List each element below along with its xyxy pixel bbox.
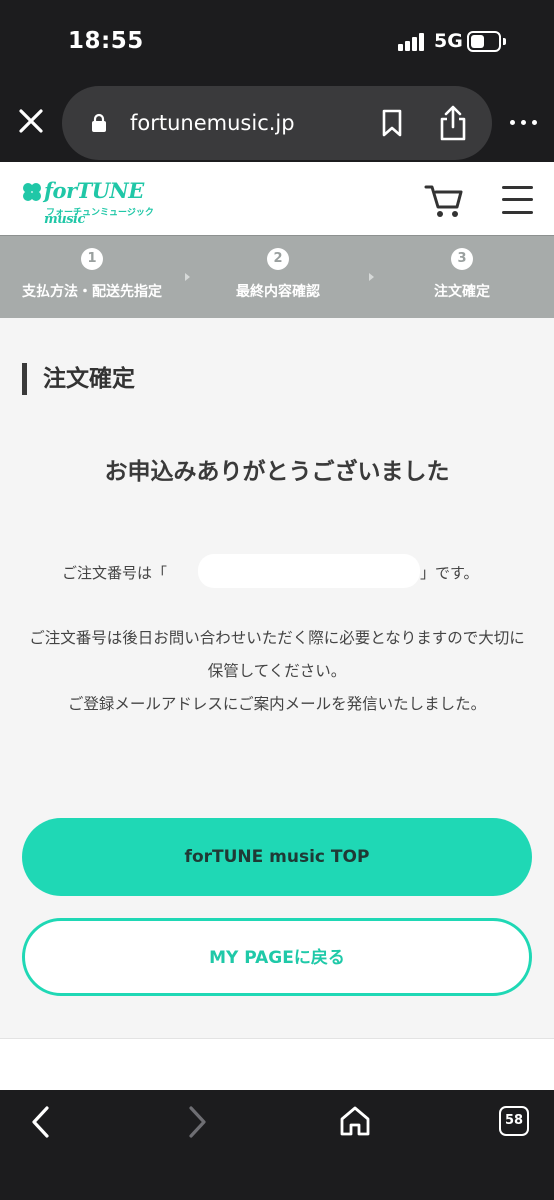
share-icon[interactable] <box>437 104 469 142</box>
thanks-heading: お申込みありがとうございました <box>104 459 450 485</box>
order-note-line-2: ご登録メールアドレスにご案内メールを発信いたしました。 <box>67 695 487 713</box>
clover-icon <box>23 183 41 201</box>
step-label: 最終内容確認 <box>236 284 320 300</box>
order-number-prefix: ご注文番号は「 <box>62 564 168 582</box>
redacted-order-number <box>198 554 420 588</box>
hamburger-menu-icon[interactable] <box>502 184 534 216</box>
more-icon[interactable] <box>506 104 542 138</box>
browser-bar: fortunemusic.jp <box>0 82 554 162</box>
close-icon[interactable] <box>14 104 48 138</box>
forward-icon[interactable] <box>182 1104 212 1140</box>
my-page-button[interactable]: MY PAGEに戻る <box>22 918 532 996</box>
order-number-line: ご注文番号は「 」です。 <box>0 554 554 588</box>
step-3: 3 注文確定 <box>370 248 554 301</box>
status-time: 18:55 <box>68 28 144 54</box>
site-footer <box>0 1038 554 1090</box>
bookmark-icon[interactable] <box>379 108 405 138</box>
step-number: 3 <box>451 248 473 270</box>
site-header: forTUNE music フォーチュンミュージック <box>0 162 554 235</box>
network-type: 5G <box>434 30 463 52</box>
status-bar: 18:55 5G <box>0 0 554 82</box>
web-page: forTUNE music フォーチュンミュージック 1 支払方法・配送先指定 … <box>0 162 554 1090</box>
cart-icon[interactable] <box>424 183 464 219</box>
battery-cap <box>503 38 506 45</box>
step-number: 2 <box>267 248 289 270</box>
tabs-count-icon[interactable]: 58 <box>499 1106 529 1136</box>
checkout-steps: 1 支払方法・配送先指定 2 最終内容確認 3 注文確定 <box>0 235 554 318</box>
logo-subtext: フォーチュンミュージック <box>46 208 154 218</box>
step-label: 支払方法・配送先指定 <box>22 284 162 300</box>
order-note: ご注文番号は後日お問い合わせいただく際に必要となりますので大切に保管してください… <box>22 622 532 721</box>
step-1: 1 支払方法・配送先指定 <box>0 248 184 301</box>
home-icon[interactable] <box>337 1103 373 1139</box>
order-note-line-1: ご注文番号は後日お問い合わせいただく際に必要となりますので大切に保管してください… <box>29 629 525 680</box>
step-label: 注文確定 <box>434 284 490 300</box>
logo-text: forTUNE music <box>44 178 144 227</box>
battery-icon <box>467 31 501 52</box>
lock-icon <box>90 113 108 133</box>
step-number: 1 <box>81 248 103 270</box>
back-icon[interactable] <box>26 1104 56 1140</box>
page-title: 注文確定 <box>22 363 135 395</box>
url-text[interactable]: fortunemusic.jp <box>130 111 295 135</box>
signal-icon <box>398 33 426 51</box>
site-logo[interactable]: forTUNE music フォーチュンミュージック <box>20 176 170 227</box>
browser-toolbar: 58 <box>0 1090 554 1200</box>
step-2: 2 最終内容確認 <box>186 248 370 301</box>
address-bar[interactable]: fortunemusic.jp <box>62 86 492 160</box>
fortune-music-top-button[interactable]: forTUNE music TOP <box>22 818 532 896</box>
order-number-suffix: 」です。 <box>420 564 479 582</box>
